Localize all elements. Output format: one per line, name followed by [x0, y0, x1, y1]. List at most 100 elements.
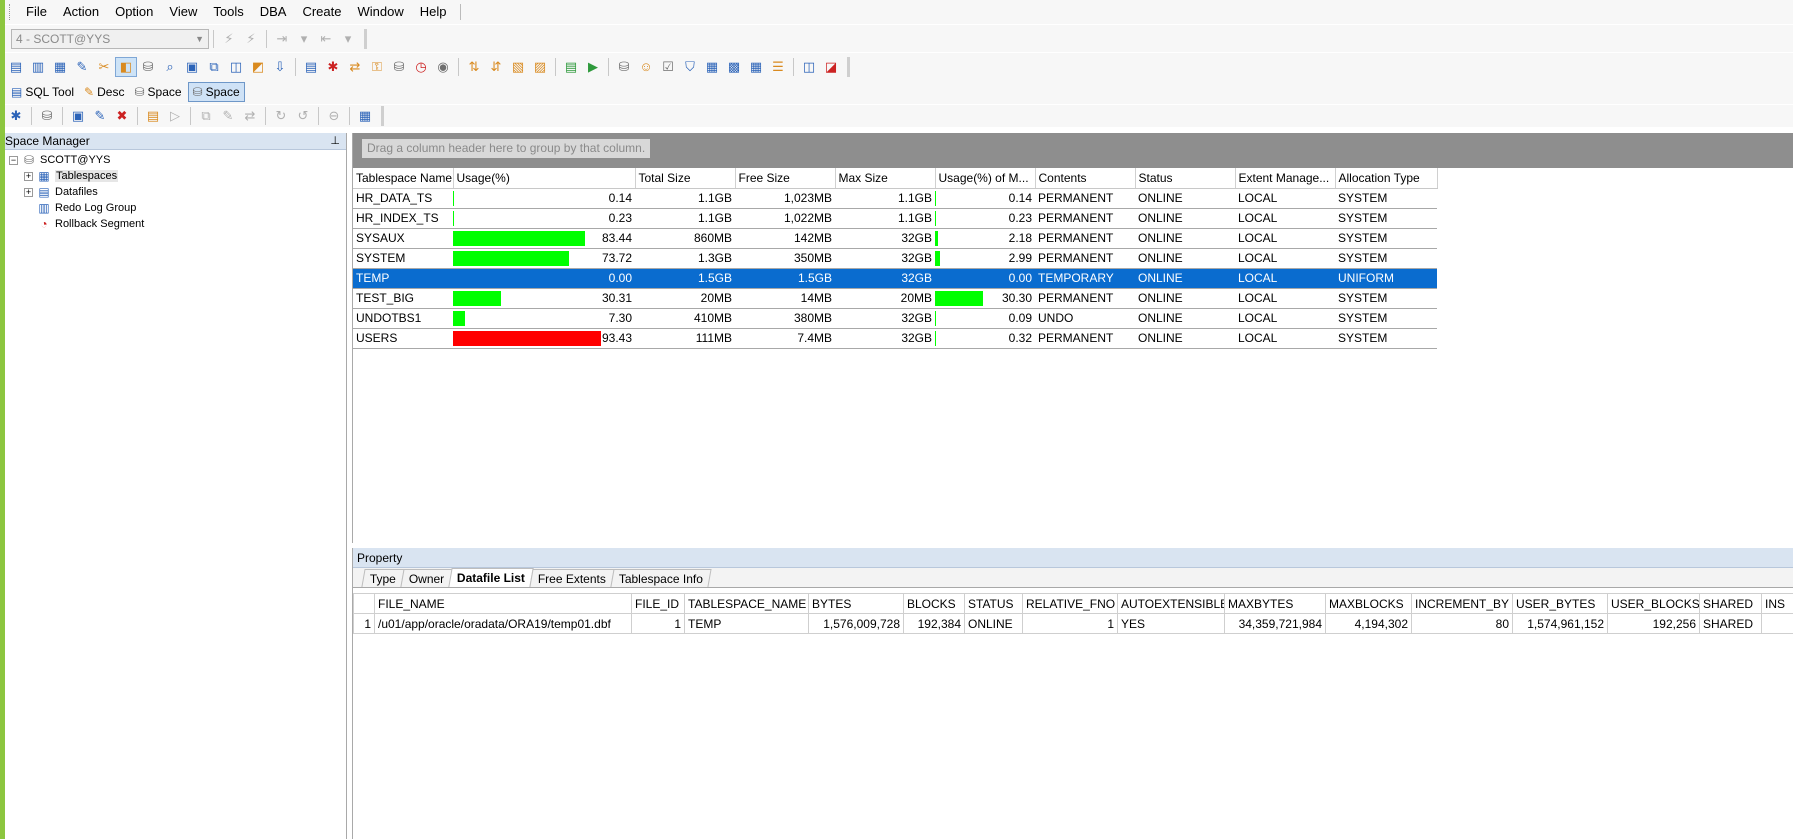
rollback-icon[interactable]: ⇤: [315, 29, 337, 49]
alter-tablespace-icon[interactable]: ✎: [89, 106, 111, 126]
cell-status[interactable]: ONLINE: [1135, 208, 1235, 229]
cell-total[interactable]: 1.3GB: [635, 248, 735, 269]
datafile-column-header[interactable]: BYTES: [808, 593, 904, 614]
tab-owner[interactable]: Owner: [400, 569, 453, 587]
table-row[interactable]: TEMP 0.00 1.5GB 1.5GB 32GB 0.00 TEMPORARY ONLIN…: [353, 268, 1437, 289]
cell-contents[interactable]: TEMPORARY: [1035, 268, 1135, 289]
menu-grip[interactable]: [9, 4, 12, 20]
expand-icon[interactable]: +: [24, 187, 33, 197]
usage-of-max-cell[interactable]: 0.32: [935, 328, 1035, 349]
cell-total[interactable]: 20MB: [635, 288, 735, 309]
cell-status[interactable]: ONLINE: [1135, 188, 1235, 209]
datafile-cell[interactable]: 1: [631, 613, 685, 634]
table-row[interactable]: UNDOTBS1 7.30 410MB 380MB 32GB 0.09 UNDO ONLINE…: [353, 308, 1437, 329]
cell-name[interactable]: TEST_BIG: [353, 288, 453, 309]
cell-contents[interactable]: PERMANENT: [1035, 288, 1135, 309]
cell-extent[interactable]: LOCAL: [1235, 328, 1335, 349]
column-header[interactable]: Extent Manage...: [1235, 168, 1336, 189]
cell-free[interactable]: 14MB: [735, 288, 835, 309]
toolbar-grip[interactable]: [361, 28, 367, 49]
cell-max[interactable]: 32GB: [835, 308, 935, 329]
tab-type[interactable]: Type: [361, 569, 405, 587]
datafile-cell[interactable]: /u01/app/oracle/oradata/ORA19/temp01.dbf: [374, 613, 632, 634]
table-row[interactable]: HR_DATA_TS 0.14 1.1GB 1,023MB 1.1GB 0.14 PERMA…: [353, 188, 1437, 209]
datafile-column-header[interactable]: MAXBLOCKS: [1325, 593, 1412, 614]
datafile-cell[interactable]: 1: [1022, 613, 1118, 634]
menu-dba[interactable]: DBA: [252, 0, 295, 24]
menu-help[interactable]: Help: [412, 0, 455, 24]
remove-icon[interactable]: ⊖: [323, 106, 345, 126]
cell-status[interactable]: ONLINE: [1135, 228, 1235, 249]
sql-monitor-icon[interactable]: ▤: [300, 57, 322, 77]
cell-status[interactable]: ONLINE: [1135, 288, 1235, 309]
calendar-icon[interactable]: ▩: [723, 57, 745, 77]
menu-tools[interactable]: Tools: [205, 0, 251, 24]
usage-cell[interactable]: 7.30: [453, 308, 635, 329]
cell-status[interactable]: ONLINE: [1135, 328, 1235, 349]
usage-of-max-cell[interactable]: 2.99: [935, 248, 1035, 269]
column-header[interactable]: Free Size: [735, 168, 836, 189]
sql-plan-icon[interactable]: ▥: [27, 57, 49, 77]
cell-name[interactable]: USERS: [353, 328, 453, 349]
usage-of-max-cell[interactable]: 0.23: [935, 208, 1035, 229]
chart-icon[interactable]: ▨: [529, 57, 551, 77]
row-number-cell[interactable]: 1: [353, 613, 375, 634]
datafile-column-header[interactable]: AUTOEXTENSIBLE: [1117, 593, 1225, 614]
menu-file[interactable]: File: [18, 0, 55, 24]
tree-node-tablespaces[interactable]: + ▦ Tablespaces: [5, 168, 346, 184]
usage-cell[interactable]: 83.44: [453, 228, 635, 249]
datafile-column-header[interactable]: INS: [1761, 593, 1793, 614]
expand-icon[interactable]: +: [24, 171, 33, 181]
table-row[interactable]: HR_INDEX_TS 0.23 1.1GB 1,022MB 1.1GB 0.23 PERM…: [353, 208, 1437, 229]
cell-name[interactable]: TEMP: [353, 268, 453, 289]
transfer-icon[interactable]: ⇄: [344, 57, 366, 77]
bug-icon[interactable]: ✱: [322, 57, 344, 77]
menu-view[interactable]: View: [161, 0, 205, 24]
cell-name[interactable]: HR_INDEX_TS: [353, 208, 453, 229]
cell-free[interactable]: 380MB: [735, 308, 835, 329]
datafile-cell[interactable]: YES: [1117, 613, 1225, 634]
database-icon[interactable]: ⛁: [388, 57, 410, 77]
cell-status[interactable]: ONLINE: [1135, 248, 1235, 269]
plsql-icon[interactable]: ▦: [49, 57, 71, 77]
cell-total[interactable]: 1.5GB: [635, 268, 735, 289]
cell-contents[interactable]: PERMANENT: [1035, 228, 1135, 249]
tool-tab-space-2[interactable]: ⛁ Space: [187, 82, 245, 102]
report-icon[interactable]: ▧: [507, 57, 529, 77]
usage-of-max-cell[interactable]: 0.09: [935, 308, 1035, 329]
datafile-cell[interactable]: ONLINE: [964, 613, 1023, 634]
timer-icon[interactable]: ◷: [410, 57, 432, 77]
cell-max[interactable]: 32GB: [835, 328, 935, 349]
cell-extent[interactable]: LOCAL: [1235, 228, 1335, 249]
datafile-column-header[interactable]: USER_BYTES: [1512, 593, 1608, 614]
commit-icon[interactable]: ⇥: [271, 29, 293, 49]
datafile-column-header[interactable]: RELATIVE_FNO: [1022, 593, 1118, 614]
datafile-column-header[interactable]: SHARED: [1699, 593, 1762, 614]
datafile-row[interactable]: 1/u01/app/oracle/oradata/ORA19/temp01.db…: [353, 613, 1793, 634]
usage-of-max-cell[interactable]: 0.14: [935, 188, 1035, 209]
datafile-column-header[interactable]: MAXBYTES: [1224, 593, 1326, 614]
online-icon[interactable]: ↻: [270, 106, 292, 126]
table-row[interactable]: SYSTEM 73.72 1.3GB 350MB 32GB 2.99 PERMANENT ON…: [353, 248, 1437, 269]
object-icon[interactable]: ◩: [247, 57, 269, 77]
users-icon[interactable]: ☺: [635, 57, 657, 77]
datafile-column-header[interactable]: STATUS: [964, 593, 1023, 614]
cell-extent[interactable]: LOCAL: [1235, 248, 1335, 269]
menu-create[interactable]: Create: [294, 0, 349, 24]
datafile-cell[interactable]: 1,574,961,152: [1512, 613, 1608, 634]
datafile-column-header[interactable]: [353, 593, 375, 614]
add-datafile-icon[interactable]: ▤: [142, 106, 164, 126]
run-script-icon[interactable]: ▶: [582, 57, 604, 77]
cell-alloc[interactable]: SYSTEM: [1335, 188, 1437, 209]
cell-status[interactable]: ONLINE: [1135, 308, 1235, 329]
datafile-cell[interactable]: 192,256: [1607, 613, 1700, 634]
tab-datafile-list[interactable]: Datafile List: [448, 568, 535, 587]
ash-icon[interactable]: ◉: [432, 57, 454, 77]
usage-cell[interactable]: 30.31: [453, 288, 635, 309]
disconnect-plug-icon[interactable]: ⚡: [240, 29, 262, 49]
cell-free[interactable]: 7.4MB: [735, 328, 835, 349]
cell-contents[interactable]: PERMANENT: [1035, 208, 1135, 229]
tab-tablespace-info[interactable]: Tablespace Info: [610, 569, 713, 587]
column-header[interactable]: Usage(%) of M...: [935, 168, 1036, 189]
tree-node-redo-log-group[interactable]: ▥ Redo Log Group: [5, 200, 346, 216]
